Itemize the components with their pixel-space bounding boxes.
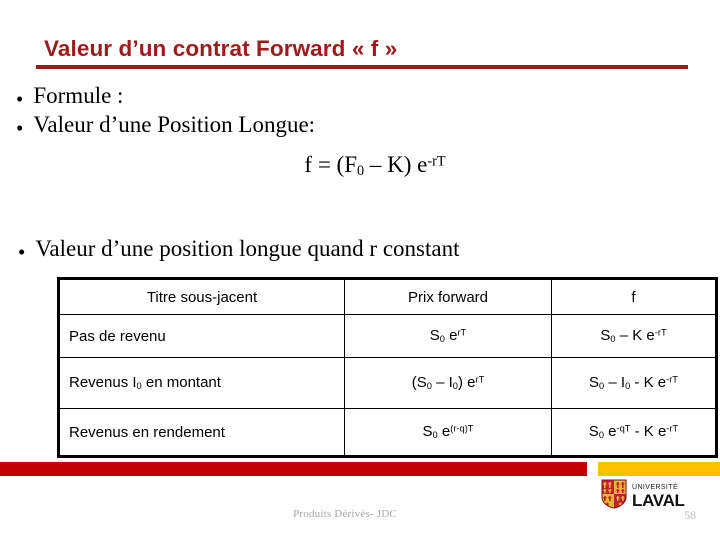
cell-f-pas-de-revenu: S0 – K e-rT xyxy=(551,314,718,358)
bullet-dot-icon: • xyxy=(16,87,24,111)
table-header-row: Titre sous-jacent Prix forward f xyxy=(57,277,718,315)
bullet-position-longue-label: Valeur d’une Position Longue: xyxy=(33,112,316,137)
cell-f-revenus-montant: S0 – I0 - K e-rT xyxy=(551,357,718,409)
footer-gold-bar xyxy=(598,462,720,476)
table-row: Pas de revenu S0 erT S0 – K e-rT xyxy=(57,314,718,358)
cell-forward-revenus-rendement: S0 e(r-q)T xyxy=(344,408,552,458)
laval-superline: UNIVERSITÉ xyxy=(632,484,679,491)
laval-shield-icon xyxy=(601,479,627,514)
bullet-dot-icon: • xyxy=(18,240,26,264)
cell-titre-pas-de-revenu: Pas de revenu xyxy=(57,314,345,358)
page-number: 58 xyxy=(684,508,696,522)
title-underline-rule xyxy=(36,64,688,69)
bullet-position-constante-label: Valeur d’une position longue quand r con… xyxy=(35,236,460,261)
forward-value-formula: f = (F0 – K) e-rT xyxy=(0,152,720,180)
table-row: Revenus I0 en montant (S0 – I0) erT S0 –… xyxy=(57,357,718,409)
bullet-formule: • Formule : xyxy=(16,83,124,111)
formula-lead: f = (F xyxy=(304,152,358,177)
page-title: Valeur d’un contrat Forward « f » xyxy=(44,36,398,61)
table-row: Revenus en rendement S0 e(r-q)T S0 e-qT … xyxy=(57,408,718,458)
laval-name: LAVAL xyxy=(632,491,685,510)
formula-middle: – K) e xyxy=(364,152,428,177)
bullet-dot-icon: • xyxy=(16,116,24,140)
universite-laval-logo: UNIVERSITÉ LAVAL xyxy=(601,479,685,514)
formula-exponent: -rT xyxy=(427,153,446,170)
cell-titre-revenus-rendement: Revenus en rendement xyxy=(57,408,345,458)
bullet-formule-label: Formule : xyxy=(33,83,124,108)
table-header-f: f xyxy=(551,277,718,315)
cell-titre-revenus-montant: Revenus I0 en montant xyxy=(57,357,345,409)
forward-values-table: Titre sous-jacent Prix forward f Pas de … xyxy=(57,277,718,458)
bullet-position-longue: • Valeur d’une Position Longue: xyxy=(16,112,316,140)
laval-wordmark: UNIVERSITÉ LAVAL xyxy=(632,484,685,509)
title-block: Valeur d’un contrat Forward « f » xyxy=(36,36,688,69)
table-header-prix-forward: Prix forward xyxy=(344,277,552,315)
table-header-titre-sous-jacent: Titre sous-jacent xyxy=(57,277,345,315)
slide-canvas: Valeur d’un contrat Forward « f » • Form… xyxy=(0,0,720,540)
footer-red-bar xyxy=(0,462,587,476)
cell-forward-revenus-montant: (S0 – I0) erT xyxy=(344,357,552,409)
cell-f-revenus-rendement: S0 e-qT - K e-rT xyxy=(551,408,718,458)
cell-forward-pas-de-revenu: S0 erT xyxy=(344,314,552,358)
bullet-position-constante: • Valeur d’une position longue quand r c… xyxy=(18,236,460,264)
